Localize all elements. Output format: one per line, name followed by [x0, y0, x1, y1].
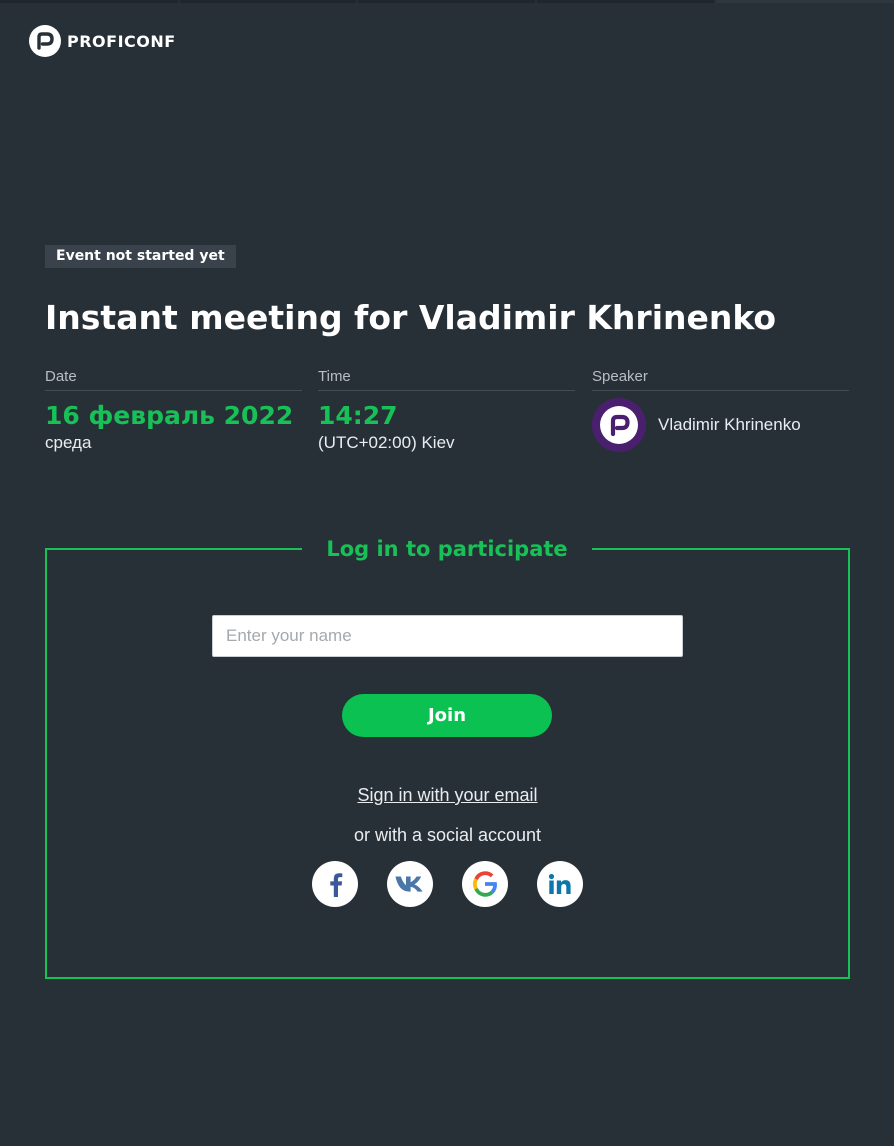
progress-segment — [358, 0, 535, 3]
progress-segment — [180, 0, 356, 3]
login-panel: Log in to participate Join Sign in with … — [45, 534, 850, 979]
status-badge: Event not started yet — [45, 245, 236, 268]
facebook-icon — [330, 873, 343, 897]
vk-icon — [395, 876, 423, 892]
progress-segment — [716, 0, 894, 3]
linkedin-icon — [548, 873, 571, 894]
progress-segment — [0, 0, 178, 3]
progress-segment — [537, 0, 714, 3]
speaker-name: Vladimir Khrinenko — [658, 415, 801, 434]
time-label: Time — [318, 366, 575, 391]
google-button[interactable] — [462, 861, 508, 907]
social-text: or with a social account — [353, 825, 542, 845]
progress-bar — [0, 0, 894, 3]
page-title: Instant meeting for Vladimir Khrinenko — [45, 298, 777, 337]
speaker-label: Speaker — [592, 366, 849, 391]
date-column: Date 16 февраль 2022 среда — [45, 366, 302, 454]
weekday-value: среда — [45, 433, 92, 452]
logo-text: PROFICONF — [67, 31, 176, 51]
linkedin-button[interactable] — [537, 861, 583, 907]
name-input[interactable] — [212, 615, 683, 657]
time-column: Time 14:27 (UTC+02:00) Kiev — [318, 366, 575, 454]
vk-button[interactable] — [387, 861, 433, 907]
google-icon — [472, 871, 497, 897]
logo[interactable]: PROFICONF — [29, 25, 176, 57]
facebook-button[interactable] — [312, 861, 358, 907]
proficonf-logo-icon — [29, 25, 61, 57]
speaker-info: Vladimir Khrinenko — [592, 398, 849, 452]
join-button[interactable]: Join — [342, 694, 552, 737]
speaker-column: Speaker Vladimir Khrinenko — [592, 366, 849, 452]
email-signin-link[interactable]: Sign in with your email — [357, 785, 537, 805]
timezone-value: (UTC+02:00) Kiev — [318, 433, 455, 452]
email-signin: Sign in with your email — [47, 783, 848, 807]
avatar — [592, 398, 646, 452]
social-buttons — [312, 861, 584, 908]
date-value: 16 февраль 2022 — [45, 401, 294, 430]
event-page: PROFICONF Event not started yet Instant … — [0, 0, 894, 1146]
time-value: 14:27 — [318, 401, 398, 430]
date-label: Date — [45, 366, 302, 391]
login-title: Log in to participate — [302, 534, 592, 564]
